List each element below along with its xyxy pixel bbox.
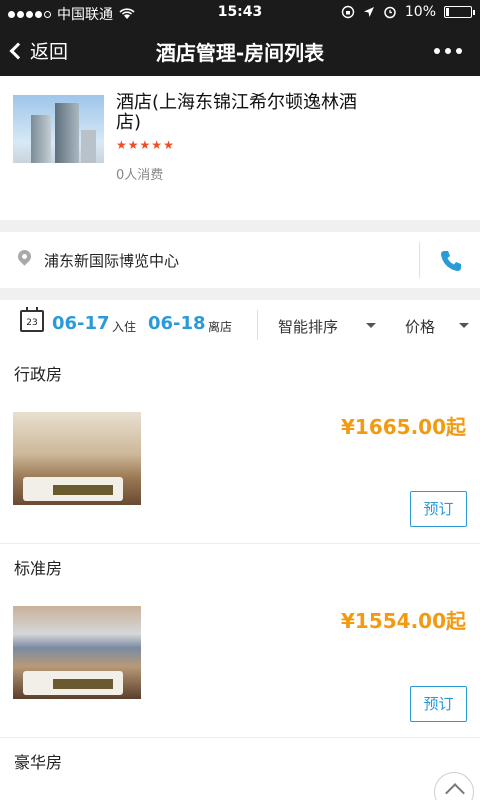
consumption-count: 0人消费	[116, 168, 164, 183]
room-image[interactable]	[13, 412, 141, 505]
location-arrow-icon	[363, 7, 374, 17]
hotel-card[interactable]: 酒店(上海东锦江希尔顿逸林酒店) ★ ★ ★ ★ ★ 0人消费	[0, 76, 480, 220]
caret-down-icon	[459, 323, 469, 328]
location-pin-icon	[15, 247, 34, 268]
section-divider	[0, 220, 480, 232]
book-button[interactable]: 预订	[410, 686, 467, 722]
divider	[257, 310, 258, 340]
divider	[0, 737, 480, 738]
status-right: 10%	[341, 4, 475, 20]
phone-icon[interactable]	[438, 248, 464, 274]
nav-bar: 返回 酒店管理-房间列表	[0, 26, 480, 76]
divider	[0, 543, 480, 544]
star-icon: ★	[139, 138, 151, 152]
rotation-lock-icon	[341, 5, 355, 19]
star-icon: ★	[116, 138, 127, 152]
room-type-title: 豪华房	[14, 753, 63, 772]
hotel-name: 酒店(上海东锦江希尔顿逸林酒店)	[116, 92, 358, 133]
section-divider	[0, 288, 480, 300]
alarm-icon	[384, 6, 396, 19]
page-title: 酒店管理-房间列表	[155, 41, 325, 65]
filter-bar: 23 06-17 入住 06-18 离店 智能排序 价格	[0, 300, 480, 350]
location-row[interactable]: 浦东新国际博览中心	[0, 232, 480, 288]
hotel-thumbnail	[13, 95, 104, 163]
star-icon: ★	[151, 138, 163, 152]
battery-percent: 10%	[404, 4, 436, 20]
room-type-title: 行政房	[14, 365, 63, 384]
smart-sort-dropdown[interactable]: 智能排序	[278, 316, 338, 337]
divider	[419, 242, 420, 278]
checkin-date[interactable]: 06-17	[52, 313, 110, 334]
caret-down-icon	[366, 323, 376, 328]
price-sort-dropdown[interactable]: 价格	[405, 316, 435, 337]
room-price: ¥1665.00起	[340, 415, 466, 439]
book-button[interactable]: 预订	[410, 491, 467, 527]
checkout-date[interactable]: 06-18	[148, 313, 206, 334]
checkin-label: 入住	[112, 320, 137, 334]
star-icon: ★	[127, 138, 139, 152]
room-price: ¥1554.00起	[340, 609, 466, 633]
star-icon: ★	[163, 138, 174, 152]
room-type-title: 标准房	[14, 559, 63, 578]
hotel-address: 浦东新国际博览中心	[44, 252, 180, 270]
star-rating: ★ ★ ★ ★ ★	[116, 138, 174, 152]
room-image[interactable]	[13, 606, 141, 699]
checkout-label: 离店	[208, 320, 233, 334]
scroll-to-top-button[interactable]	[434, 772, 474, 800]
battery-icon	[444, 6, 475, 18]
calendar-icon[interactable]: 23	[20, 307, 44, 332]
status-bar: 中国联通 15:43 10%	[0, 0, 480, 26]
more-options-icon[interactable]	[434, 48, 462, 54]
